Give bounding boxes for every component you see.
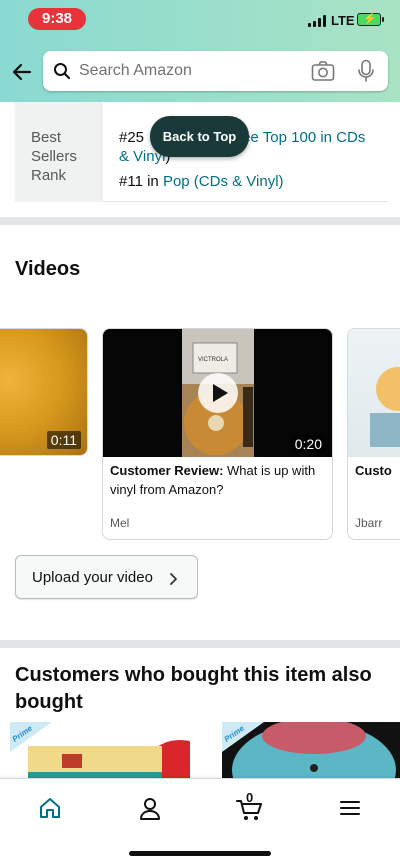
video-card-2[interactable]: VICTROLA 0:20 Customer Review: What is u… bbox=[102, 328, 333, 540]
videos-title: Videos bbox=[15, 258, 81, 280]
back-arrow-icon[interactable] bbox=[10, 60, 34, 84]
video-card-1[interactable]: 0:11 bbox=[0, 328, 88, 456]
video-title-bold: Customer Review: bbox=[110, 463, 224, 478]
search-input[interactable] bbox=[79, 51, 299, 91]
battery-icon: ⚡ bbox=[357, 13, 384, 26]
play-icon bbox=[213, 384, 228, 402]
chevron-right-icon bbox=[170, 573, 177, 585]
product-tile-2[interactable]: Prime bbox=[222, 722, 400, 778]
pop-category-link[interactable]: Pop (CDs & Vinyl) bbox=[163, 173, 284, 190]
home-indicator bbox=[129, 851, 271, 856]
back-to-top-button[interactable]: Back to Top bbox=[150, 116, 249, 157]
network-label: LTE bbox=[331, 13, 355, 28]
video-title: Custo bbox=[355, 463, 392, 478]
rank-label-cell: Best Sellers Rank bbox=[15, 102, 103, 202]
status-time: 9:38 bbox=[28, 8, 86, 30]
svg-text:VICTROLA: VICTROLA bbox=[198, 357, 228, 363]
camera-icon[interactable] bbox=[311, 60, 335, 82]
product-tile-1[interactable]: Prime bbox=[10, 722, 190, 778]
header: 9:38 LTE ⚡ bbox=[0, 0, 400, 102]
play-button[interactable] bbox=[198, 373, 238, 413]
video-thumbnail bbox=[348, 329, 400, 457]
rank-label: Best Sellers Rank bbox=[31, 129, 77, 184]
product-image bbox=[370, 367, 400, 447]
search-bar[interactable] bbox=[43, 51, 388, 91]
mic-icon[interactable] bbox=[357, 59, 375, 83]
video-title: Customer Review: What is up with vinyl f… bbox=[110, 461, 325, 499]
section-divider bbox=[0, 640, 400, 648]
signal-icon bbox=[308, 15, 326, 27]
video-duration: 0:20 bbox=[290, 435, 326, 453]
menu-icon[interactable] bbox=[330, 793, 370, 823]
video-card-3[interactable]: Custo Jbarr bbox=[347, 328, 400, 540]
prime-badge: Prime bbox=[222, 722, 264, 752]
video-author: Jbarr bbox=[355, 516, 383, 530]
prime-badge: Prime bbox=[10, 722, 52, 752]
status-bar: 9:38 LTE ⚡ bbox=[0, 0, 400, 40]
upload-video-label: Upload your video bbox=[32, 568, 153, 586]
section-divider bbox=[0, 217, 400, 225]
rank-2-prefix: #11 in bbox=[119, 173, 159, 190]
rank-line-2: #11 in Pop (CDs & Vinyl) bbox=[119, 172, 284, 191]
cart-count: 0 bbox=[246, 790, 254, 805]
search-icon bbox=[54, 63, 71, 80]
upload-video-button[interactable]: Upload your video bbox=[15, 555, 198, 599]
rank-1-prefix: #25 bbox=[119, 129, 145, 146]
video-duration: 0:11 bbox=[46, 431, 81, 449]
cart-button[interactable]: 0 bbox=[230, 790, 270, 823]
also-bought-title: Customers who bought this item also boug… bbox=[15, 664, 372, 713]
account-icon[interactable] bbox=[130, 793, 170, 823]
home-icon[interactable] bbox=[30, 793, 70, 823]
video-author: Mel bbox=[110, 516, 130, 530]
